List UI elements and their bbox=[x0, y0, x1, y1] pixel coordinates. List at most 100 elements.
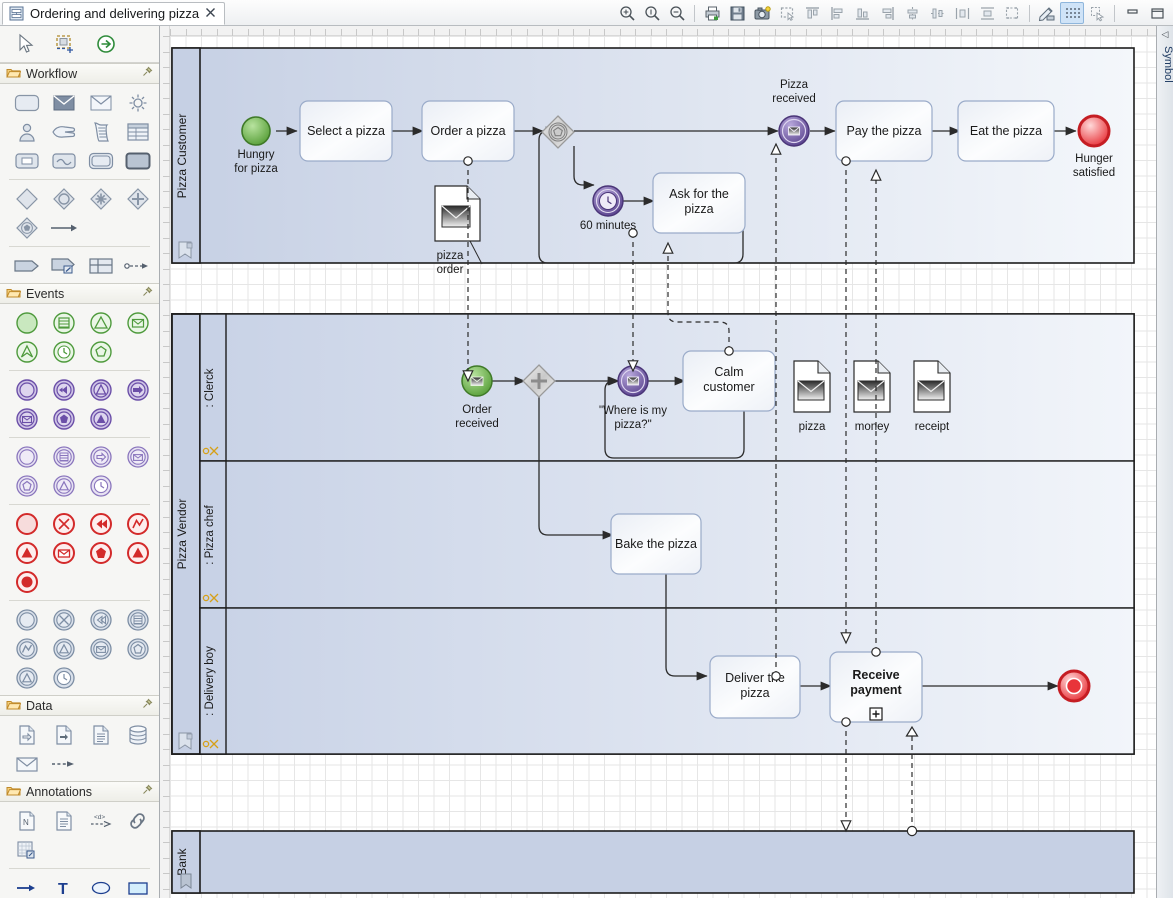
manual-task-icon[interactable] bbox=[45, 118, 82, 145]
connection-tool-icon[interactable] bbox=[92, 31, 120, 57]
editor-tab[interactable]: Ordering and delivering pizza bbox=[2, 2, 226, 25]
intermediate-link-catch-icon[interactable] bbox=[45, 376, 82, 403]
boundary-message-icon[interactable] bbox=[82, 635, 119, 662]
link-icon[interactable] bbox=[119, 807, 156, 834]
end-cancel-icon[interactable] bbox=[45, 510, 82, 537]
align-bottom-icon[interactable] bbox=[850, 2, 874, 24]
start-message-icon[interactable] bbox=[119, 309, 156, 336]
catch-timer-icon[interactable] bbox=[82, 472, 119, 499]
close-icon[interactable] bbox=[205, 7, 216, 21]
boundary-timer-icon[interactable] bbox=[45, 664, 82, 691]
parallel-gateway-icon[interactable] bbox=[119, 185, 156, 212]
catch-escalation-icon[interactable] bbox=[8, 472, 45, 499]
boundary-multiple-icon[interactable] bbox=[119, 606, 156, 633]
symbol-panel-collapsed[interactable]: ◁ Symbol bbox=[1156, 26, 1173, 898]
boundary-cancel-icon[interactable] bbox=[45, 606, 82, 633]
arrow-shape-icon[interactable] bbox=[8, 874, 45, 898]
align-center-v-icon[interactable] bbox=[925, 2, 949, 24]
zoom-out-icon[interactable] bbox=[665, 2, 689, 24]
task-icon[interactable] bbox=[8, 89, 45, 116]
palette-section-data-header[interactable]: Data bbox=[0, 695, 159, 716]
snap-icon[interactable] bbox=[1085, 2, 1109, 24]
pool-icon[interactable] bbox=[8, 252, 45, 279]
start-timer-icon[interactable] bbox=[45, 338, 82, 365]
lane-clerck[interactable]: : Clerck bbox=[199, 313, 1135, 462]
pool-bank[interactable]: Bank bbox=[171, 830, 1135, 894]
align-left-icon[interactable] bbox=[825, 2, 849, 24]
distribute-v-icon[interactable] bbox=[975, 2, 999, 24]
data-object-pizza[interactable]: pizza bbox=[793, 360, 831, 433]
task-pay-the-pizza[interactable]: Pay the pizza bbox=[835, 100, 933, 162]
maximize-icon[interactable] bbox=[1145, 2, 1169, 24]
call-activity-icon[interactable] bbox=[119, 147, 156, 174]
zoom-in-icon[interactable] bbox=[615, 2, 639, 24]
task-eat-the-pizza[interactable]: Eat the pizza bbox=[957, 100, 1055, 162]
message-icon[interactable] bbox=[8, 750, 45, 777]
boundary-conditional-icon[interactable] bbox=[8, 664, 45, 691]
catch-multiple-icon[interactable] bbox=[45, 443, 82, 470]
data-object-icon[interactable] bbox=[82, 721, 119, 748]
table-annotation-icon[interactable] bbox=[8, 836, 45, 863]
start-escalation-icon[interactable] bbox=[8, 338, 45, 365]
service-task-icon[interactable] bbox=[119, 89, 156, 116]
zoom-actual-icon[interactable] bbox=[640, 2, 664, 24]
marquee-tool-icon[interactable] bbox=[52, 31, 80, 57]
receive-task-icon[interactable] bbox=[82, 89, 119, 116]
intermediate-signal-icon[interactable] bbox=[82, 376, 119, 403]
lane-delivery-boy[interactable]: : Delivery boy bbox=[199, 607, 1135, 755]
inclusive-gateway-icon[interactable] bbox=[45, 185, 82, 212]
intermediate-link-throw-icon[interactable] bbox=[119, 376, 156, 403]
message-flow-icon[interactable] bbox=[45, 750, 82, 777]
palette-section-workflow-header[interactable]: Workflow bbox=[0, 63, 159, 84]
intermediate-escalation-icon[interactable] bbox=[45, 405, 82, 432]
transaction-icon[interactable] bbox=[82, 147, 119, 174]
business-rule-task-icon[interactable] bbox=[119, 118, 156, 145]
grid-icon[interactable] bbox=[1060, 2, 1084, 24]
start-signal-icon[interactable] bbox=[82, 309, 119, 336]
complex-gateway-icon[interactable] bbox=[82, 185, 119, 212]
subprocess-expand-marker-icon[interactable] bbox=[869, 707, 883, 721]
script-task-icon[interactable] bbox=[82, 118, 119, 145]
ellipse-shape-icon[interactable] bbox=[82, 874, 119, 898]
save-icon[interactable] bbox=[725, 2, 749, 24]
grouping-icon[interactable] bbox=[82, 252, 119, 279]
task-ask-for-the-pizza[interactable]: Ask for the pizza bbox=[652, 172, 746, 234]
event-subprocess-icon[interactable] bbox=[45, 147, 82, 174]
text-shape-icon[interactable]: T bbox=[45, 874, 82, 898]
pin-icon[interactable] bbox=[141, 784, 153, 799]
intermediate-message-icon[interactable] bbox=[8, 405, 45, 432]
lane-icon[interactable] bbox=[45, 252, 82, 279]
diagram-canvas[interactable]: Pizza Customer Hungry for pizza Select a… bbox=[170, 36, 1156, 898]
end-none-icon[interactable] bbox=[8, 510, 45, 537]
end-escalation-icon[interactable] bbox=[82, 539, 119, 566]
diagram-canvas-area[interactable]: Pizza Customer Hungry for pizza Select a… bbox=[160, 26, 1156, 898]
start-conditional-icon[interactable] bbox=[82, 338, 119, 365]
end-compensate-icon[interactable] bbox=[82, 510, 119, 537]
end-terminate-icon[interactable] bbox=[8, 568, 45, 595]
align-right-icon[interactable] bbox=[875, 2, 899, 24]
camera-icon[interactable] bbox=[750, 2, 774, 24]
intermediate-signal-throw-icon[interactable] bbox=[82, 405, 119, 432]
user-task-icon[interactable] bbox=[8, 118, 45, 145]
terminate-end-event-vendor[interactable] bbox=[1057, 669, 1091, 703]
catch-none-icon[interactable] bbox=[8, 443, 45, 470]
collapse-left-icon[interactable]: ◁ bbox=[1157, 29, 1173, 40]
start-none-icon[interactable] bbox=[8, 309, 45, 336]
pin-icon[interactable] bbox=[141, 698, 153, 713]
start-multiple-icon[interactable] bbox=[45, 309, 82, 336]
end-signal-icon[interactable] bbox=[8, 539, 45, 566]
rectangle-shape-icon[interactable] bbox=[119, 874, 156, 898]
catch-signal-icon[interactable] bbox=[45, 472, 82, 499]
association-icon[interactable] bbox=[119, 252, 156, 279]
task-select-a-pizza[interactable]: Select a pizza bbox=[299, 100, 393, 162]
collapsed-subprocess-receive-payment[interactable]: Receive payment bbox=[829, 651, 923, 723]
end-error-icon[interactable] bbox=[119, 510, 156, 537]
boundary-escalation-icon[interactable] bbox=[119, 635, 156, 662]
task-deliver-the-pizza[interactable]: Deliver the pizza bbox=[709, 655, 801, 719]
sequence-flow-icon[interactable] bbox=[45, 214, 82, 241]
boundary-signal-icon[interactable] bbox=[45, 635, 82, 662]
end-multiple-icon[interactable] bbox=[119, 539, 156, 566]
palette-section-annotations-header[interactable]: Annotations bbox=[0, 781, 159, 802]
task-bake-the-pizza[interactable]: Bake the pizza bbox=[610, 513, 702, 575]
boundary-none-icon[interactable] bbox=[8, 606, 45, 633]
